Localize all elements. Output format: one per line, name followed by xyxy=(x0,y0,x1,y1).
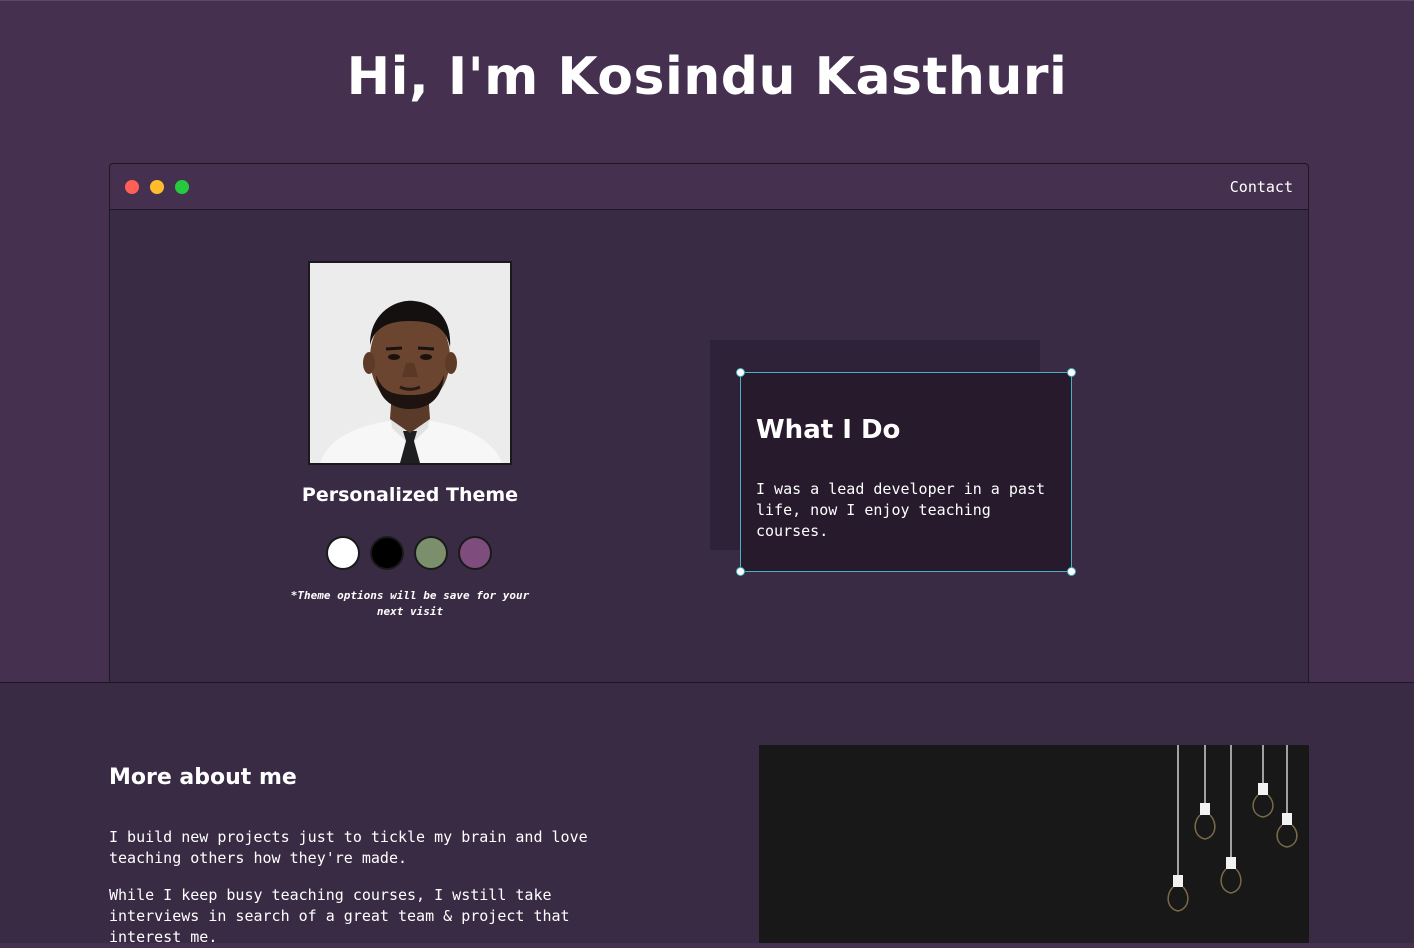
about-paragraph-1: I build new projects just to tickle my b… xyxy=(109,828,588,867)
window-title-bar: Contact xyxy=(110,164,1308,210)
theme-swatch-dark[interactable] xyxy=(370,536,404,570)
contact-link[interactable]: Contact xyxy=(1230,178,1293,196)
light-bulbs-icon xyxy=(759,745,1309,943)
theme-swatch-purple[interactable] xyxy=(458,536,492,570)
theme-note: *Theme options will be save for your nex… xyxy=(290,589,530,618)
resize-handle-bottom-right[interactable] xyxy=(1067,567,1076,576)
hero-section: Hi, I'm Kosindu Kasthuri Contact Persona… xyxy=(0,0,1414,683)
about-title: More about me xyxy=(109,765,297,790)
minimize-dot-icon xyxy=(150,180,164,194)
profile-photo-image xyxy=(310,263,510,463)
card-title: What I Do xyxy=(756,415,901,445)
card-text: I was a lead developer in a past life, n… xyxy=(756,480,1045,540)
maximize-dot-icon xyxy=(175,180,189,194)
what-i-do-card[interactable]: What I Do I was a lead developer in a pa… xyxy=(736,368,1076,576)
theme-swatch-green[interactable] xyxy=(414,536,448,570)
profile-photo xyxy=(308,261,512,465)
light-bulbs-image xyxy=(759,745,1309,943)
hero-title: Hi, I'm Kosindu Kasthuri xyxy=(346,47,1068,107)
close-dot-icon xyxy=(125,180,139,194)
resize-handle-top-left[interactable] xyxy=(736,368,745,377)
resize-handle-top-right[interactable] xyxy=(1067,368,1076,377)
browser-window: Contact Personalized Theme *Theme option… xyxy=(109,163,1309,682)
about-paragraph-2: While I keep busy teaching courses, I ws… xyxy=(109,886,570,946)
theme-title: Personalized Theme xyxy=(301,484,519,506)
theme-swatch-light[interactable] xyxy=(326,536,360,570)
about-section: More about me I build new projects just … xyxy=(0,682,1414,946)
resize-handle-bottom-left[interactable] xyxy=(736,567,745,576)
